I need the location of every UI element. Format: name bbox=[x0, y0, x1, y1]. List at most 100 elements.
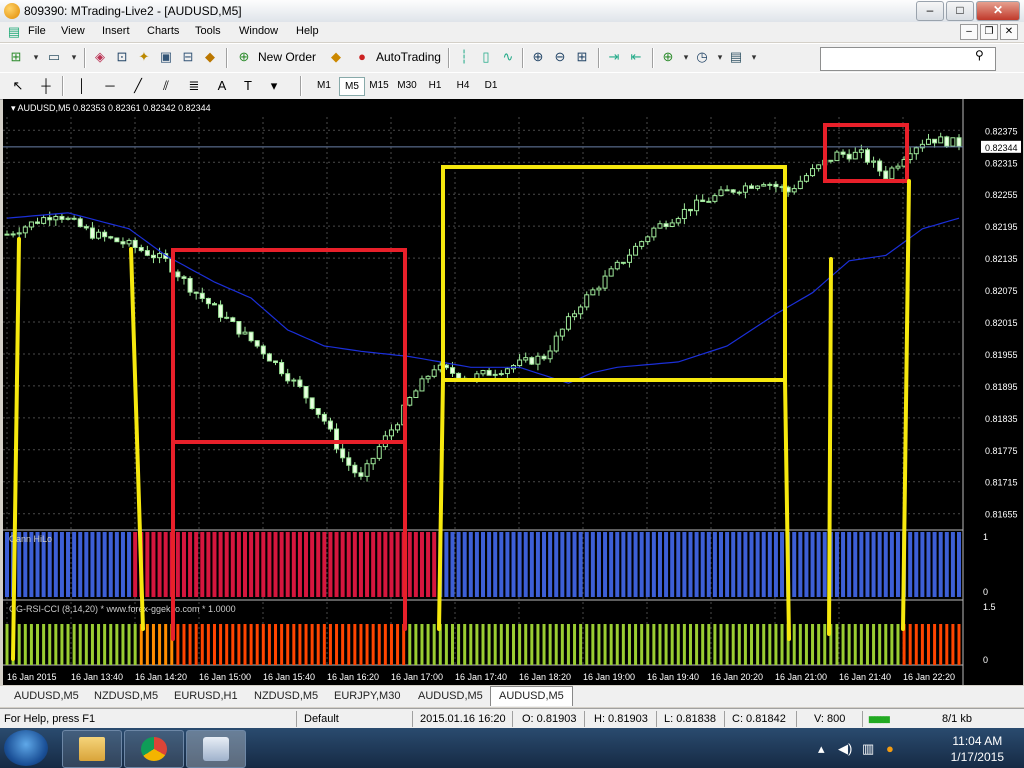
menu-view[interactable]: View bbox=[61, 25, 85, 37]
menu-window[interactable]: Window bbox=[239, 25, 278, 37]
arrows-icon[interactable]: ▾ bbox=[266, 78, 282, 94]
chart-shift-icon[interactable]: ⇤ bbox=[628, 49, 644, 65]
rsi-cci-bar bbox=[597, 624, 601, 665]
menu-file[interactable]: File bbox=[28, 25, 46, 37]
text-label-icon[interactable]: T bbox=[240, 78, 256, 94]
candle-body bbox=[486, 370, 492, 376]
gann-bar bbox=[474, 532, 479, 597]
zoom-in-icon[interactable]: ⊕ bbox=[530, 49, 546, 65]
zoom-out-icon[interactable]: ⊖ bbox=[552, 49, 568, 65]
gann-bar bbox=[560, 532, 565, 597]
candle-body bbox=[578, 306, 584, 315]
candle-body bbox=[712, 195, 718, 202]
timeframe-m30[interactable]: M30 bbox=[395, 77, 419, 94]
new-order-button[interactable]: New Order bbox=[258, 47, 316, 67]
candle-body bbox=[364, 463, 370, 477]
tab-audusd-m5-1[interactable]: AUDUSD,M5 bbox=[14, 688, 79, 704]
meta-editor-icon[interactable]: ◆ bbox=[202, 49, 218, 65]
strategy-tester-icon[interactable]: ⊟ bbox=[180, 49, 196, 65]
mdi-minimize-button[interactable]: – bbox=[960, 24, 978, 40]
auto-trading-button[interactable]: AutoTrading bbox=[376, 47, 441, 67]
tab-audusd-m5-2[interactable]: AUDUSD,M5 bbox=[418, 688, 483, 704]
search-input[interactable] bbox=[820, 47, 996, 71]
timeframe-m1[interactable]: M1 bbox=[312, 77, 336, 94]
rsi-cci-bar bbox=[365, 624, 369, 665]
tab-audusd-m5-active[interactable]: AUDUSD,M5 bbox=[490, 686, 573, 706]
timeframe-d1[interactable]: D1 bbox=[479, 77, 503, 94]
candle-body bbox=[138, 246, 144, 252]
tab-eurusd-h1[interactable]: EURUSD,H1 bbox=[174, 688, 238, 704]
rsi-cci-bar bbox=[743, 624, 747, 665]
new-chart-icon[interactable]: ⊞ bbox=[8, 49, 24, 65]
text-icon[interactable]: A bbox=[214, 78, 230, 94]
mdi-restore-button[interactable]: ❐ bbox=[980, 24, 998, 40]
gann-bar bbox=[767, 532, 772, 597]
rsi-cci-bar bbox=[499, 624, 503, 665]
line-chart-icon[interactable]: ∿ bbox=[500, 49, 516, 65]
taskbar-metatrader[interactable] bbox=[186, 730, 246, 768]
gann-bar bbox=[157, 532, 162, 597]
rsi-cci-bar bbox=[554, 624, 558, 665]
menu-tools[interactable]: Tools bbox=[195, 25, 221, 37]
rsi-cci-bar bbox=[5, 624, 9, 665]
taskbar-chrome[interactable] bbox=[124, 730, 184, 768]
maximize-button[interactable]: □ bbox=[946, 1, 974, 21]
app-tray-icon[interactable]: ● bbox=[886, 741, 894, 756]
fibonacci-icon[interactable]: ≣ bbox=[186, 78, 202, 94]
clock[interactable]: 11:04 AM 1/17/2015 bbox=[951, 733, 1004, 765]
mdi-close-button[interactable]: ✕ bbox=[1000, 24, 1018, 40]
minimize-button[interactable]: – bbox=[916, 1, 944, 21]
dropdown-arrow-icon[interactable]: ▾ bbox=[66, 49, 82, 65]
candlestick-chart-icon[interactable]: ▯ bbox=[478, 49, 494, 65]
auto-trading-icon[interactable]: ● bbox=[354, 49, 370, 65]
market-watch-icon[interactable]: ◈ bbox=[92, 49, 108, 65]
candle-body bbox=[425, 375, 431, 380]
volume-icon[interactable]: ◀) bbox=[838, 741, 852, 757]
price-chart[interactable]: 0.82375 0.82315 0.82255 0.82195 0.82135 0.820… bbox=[3, 99, 1023, 685]
dropdown-arrow-icon[interactable]: ▾ bbox=[678, 49, 694, 65]
tab-eurjpy-m30[interactable]: EURJPY,M30 bbox=[334, 688, 400, 704]
templates-icon[interactable]: ▤ bbox=[728, 49, 744, 65]
horizontal-line-icon[interactable]: ─ bbox=[102, 78, 118, 94]
data-window-icon[interactable]: ⊡ bbox=[114, 49, 130, 65]
dropdown-arrow-icon[interactable]: ▾ bbox=[746, 49, 762, 65]
search-icon[interactable]: ⚲ bbox=[975, 48, 984, 62]
candle-body bbox=[218, 304, 224, 318]
start-button[interactable] bbox=[4, 730, 48, 766]
periods-clock-icon[interactable]: ◷ bbox=[694, 49, 710, 65]
terminal-icon[interactable]: ▣ bbox=[158, 49, 174, 65]
tab-nzdusd-m5-1[interactable]: NZDUSD,M5 bbox=[94, 688, 158, 704]
crosshair-icon[interactable]: ┼ bbox=[38, 78, 54, 94]
menu-insert[interactable]: Insert bbox=[102, 25, 130, 37]
navigator-icon[interactable]: ✦ bbox=[136, 49, 152, 65]
tray-arrow-icon[interactable]: ▴ bbox=[818, 741, 825, 757]
timeframe-m15[interactable]: M15 bbox=[367, 77, 391, 94]
tile-windows-icon[interactable]: ⊞ bbox=[574, 49, 590, 65]
tab-nzdusd-m5-2[interactable]: NZDUSD,M5 bbox=[254, 688, 318, 704]
rsi-cci-bar bbox=[292, 624, 296, 665]
rsi-cci-bar bbox=[396, 624, 400, 665]
taskbar-explorer[interactable] bbox=[62, 730, 122, 768]
vertical-line-icon[interactable]: │ bbox=[74, 78, 90, 94]
trade-signals-icon[interactable]: ◆ bbox=[328, 49, 344, 65]
timeframe-m5[interactable]: M5 bbox=[339, 77, 365, 96]
auto-scroll-icon[interactable]: ⇥ bbox=[606, 49, 622, 65]
timeframe-h4[interactable]: H4 bbox=[451, 77, 475, 94]
rsi-cci-bar bbox=[17, 624, 21, 665]
timeframe-h1[interactable]: H1 bbox=[423, 77, 447, 94]
new-order-icon[interactable]: ⊕ bbox=[236, 49, 252, 65]
indicators-icon[interactable]: ⊕ bbox=[660, 49, 676, 65]
bar-chart-icon[interactable]: ┆ bbox=[456, 49, 472, 65]
menu-charts[interactable]: Charts bbox=[147, 25, 179, 37]
cursor-icon[interactable]: ↖ bbox=[10, 78, 26, 94]
trendline-icon[interactable]: ╱ bbox=[130, 78, 146, 94]
network-icon[interactable]: ▥ bbox=[862, 741, 874, 757]
candle-body bbox=[767, 183, 773, 186]
menu-help[interactable]: Help bbox=[296, 25, 319, 37]
close-button[interactable]: ✕ bbox=[976, 1, 1020, 21]
dropdown-arrow-icon[interactable]: ▾ bbox=[28, 49, 44, 65]
gann-bar bbox=[127, 532, 132, 597]
profiles-icon[interactable]: ▭ bbox=[46, 49, 62, 65]
dropdown-arrow-icon[interactable]: ▾ bbox=[712, 49, 728, 65]
channel-icon[interactable]: ⫽ bbox=[158, 78, 174, 94]
